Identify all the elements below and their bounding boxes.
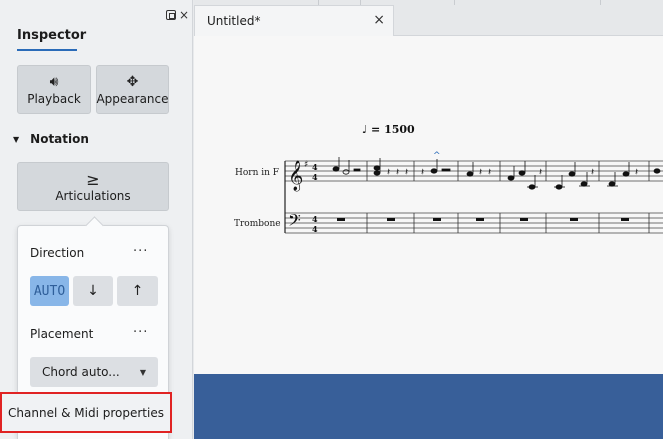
svg-text:𝄽: 𝄽 [635, 167, 638, 178]
svg-text:𝄽: 𝄽 [396, 167, 399, 178]
svg-text:𝄽: 𝄽 [488, 167, 491, 178]
placement-dropdown[interactable]: Chord auto... ▼ [30, 357, 158, 387]
bottom-panel [194, 374, 663, 439]
horn-staff [285, 160, 663, 182]
playback-label: Playback [27, 91, 81, 106]
tab-title: Untitled* [207, 14, 261, 28]
svg-text:^: ^ [433, 151, 441, 161]
trombone-rests [337, 218, 629, 221]
svg-text:𝄽: 𝄽 [539, 167, 542, 178]
direction-auto-button[interactable]: AUTO [30, 276, 69, 306]
notation-section-header[interactable]: ▼ Notation [13, 132, 89, 146]
toolbar-divider [360, 0, 361, 5]
tab-close-icon[interactable]: × [373, 12, 385, 28]
appearance-button[interactable]: ✥ Appearance [96, 65, 169, 114]
appearance-label: Appearance [96, 91, 169, 106]
close-panel-icon[interactable]: × [179, 9, 189, 21]
placement-dropdown-value: Chord auto... [42, 365, 120, 379]
svg-text:𝄽: 𝄽 [421, 167, 424, 178]
inspector-panel: × Inspector 🔊︎ Playback ✥ Appearance ▼ N… [0, 0, 193, 439]
time-signatures: 44 44 [312, 162, 318, 234]
svg-text:4: 4 [312, 224, 318, 234]
placement-more-icon[interactable]: ··· [133, 325, 148, 340]
move-arrows-icon: ✥ [126, 73, 139, 90]
treble-clef-icon: 𝄞 [288, 160, 303, 192]
svg-text:4: 4 [312, 214, 318, 224]
horn-notes: 𝄽 𝄽 𝄽 𝄽 ^ 𝄽 𝄽 𝄽 𝄽 𝄽 [332, 151, 661, 190]
notation-section-label: Notation [30, 132, 89, 146]
inspector-title: Inspector [17, 28, 87, 43]
toolbar-divider [454, 0, 455, 5]
collapse-caret-icon: ▼ [13, 134, 20, 144]
float-panel-icon[interactable] [166, 10, 176, 20]
toolbar-divider [318, 0, 319, 5]
inspector-title-underline [17, 49, 77, 51]
svg-text:4: 4 [312, 172, 318, 182]
svg-text:𝄽: 𝄽 [387, 167, 390, 178]
direction-up-button[interactable]: ↑ [117, 276, 158, 306]
svg-text:𝄽: 𝄽 [405, 167, 408, 178]
svg-text:𝄽: 𝄽 [479, 167, 482, 178]
direction-down-button[interactable]: ↓ [73, 276, 113, 306]
direction-label: Direction [30, 246, 85, 260]
tab-untitled[interactable]: Untitled* × [194, 5, 394, 36]
articulations-label: Articulations [55, 188, 131, 203]
articulations-button[interactable]: ≥ Articulations [17, 162, 169, 211]
channel-midi-properties-button[interactable]: Channel & Midi properties [0, 392, 172, 433]
measure-barlines [366, 161, 650, 233]
speaker-icon: 🔊︎ [49, 73, 59, 90]
svg-text:𝄽: 𝄽 [591, 167, 594, 178]
dropdown-arrow-icon: ▼ [139, 367, 146, 377]
placement-label: Placement [30, 327, 94, 341]
sharp-key-signature: ♯ [304, 160, 308, 170]
svg-text:4: 4 [312, 162, 318, 172]
bass-clef-icon: 𝄢 [288, 210, 301, 234]
score-canvas[interactable]: ♩ = 1500 Horn in F Trombone 𝄞 𝄢 ♯ 4 4 4 … [194, 36, 663, 374]
direction-more-icon[interactable]: ··· [133, 244, 148, 259]
toolbar-divider [600, 0, 601, 5]
playback-button[interactable]: 🔊︎ Playback [17, 65, 91, 114]
articulation-icon: ≥ [86, 169, 100, 189]
score-notation: 𝄞 𝄢 ♯ 44 44 𝄽 𝄽 𝄽 𝄽 ^ 𝄽 𝄽 𝄽 𝄽 𝄽 [284, 151, 663, 234]
trombone-staff [285, 212, 663, 234]
document-tab-bar: Untitled* × [194, 0, 663, 36]
